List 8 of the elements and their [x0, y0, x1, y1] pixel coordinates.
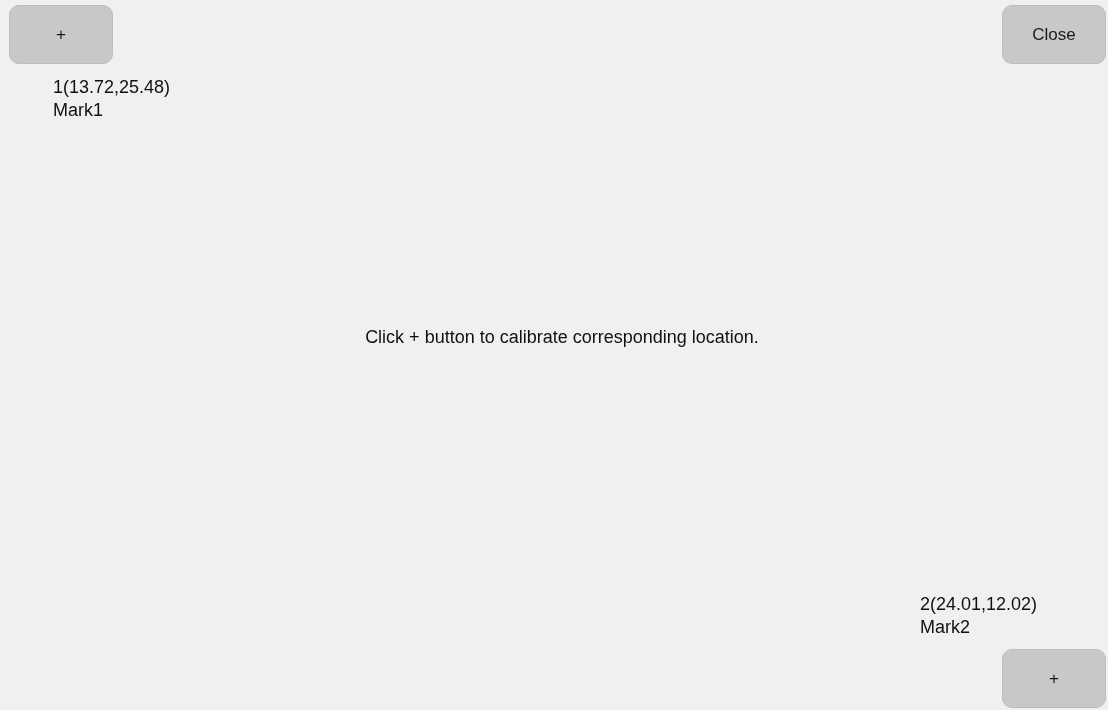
mark-coordinates: 2(24.01,12.02) — [920, 593, 1039, 616]
add-button[interactable]: + — [9, 5, 113, 64]
close-button[interactable]: Close — [1002, 5, 1106, 64]
instruction-text: Click + button to calibrate corresponding location. — [365, 326, 759, 349]
mark-coordinates: 1(13.72,25.48) — [53, 76, 171, 99]
mark-name: Mark2 — [920, 616, 971, 639]
mark-name: Mark1 — [53, 99, 104, 122]
add-button[interactable]: + — [1002, 649, 1106, 708]
